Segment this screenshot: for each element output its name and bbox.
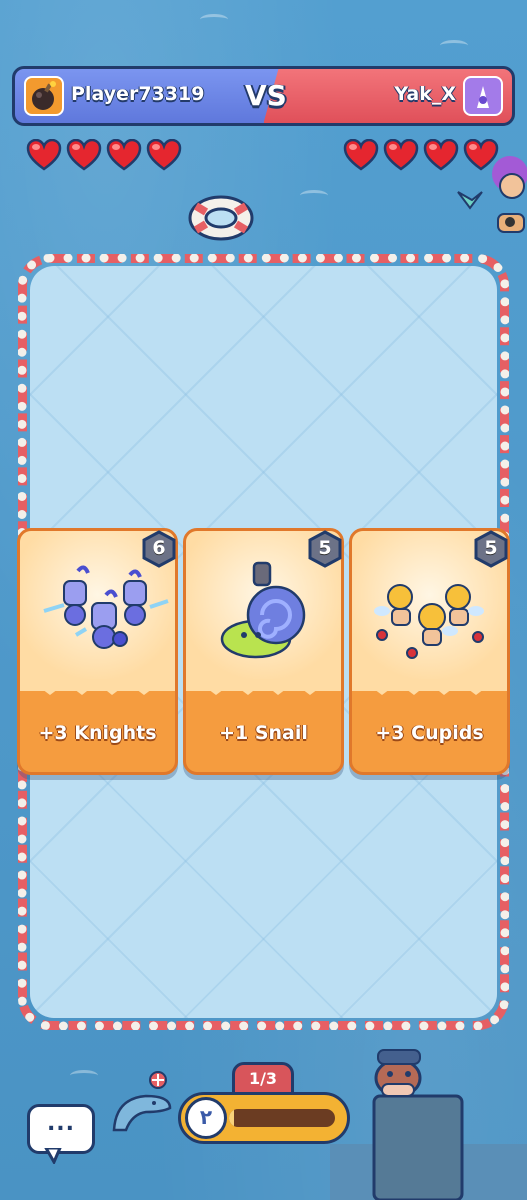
card-label: +1 Snail [219, 722, 308, 744]
player-avatar[interactable] [24, 76, 64, 116]
card-divider [186, 679, 341, 695]
card-cost: 5 [318, 537, 332, 559]
card-cost-badge: 6 [140, 530, 178, 568]
chat-label: ... [46, 1111, 76, 1136]
timer-glyph: ٢ [199, 1105, 213, 1129]
card-label: +3 Cupids [375, 722, 484, 744]
timer-clock-icon: ٢ [185, 1097, 227, 1139]
card-divider [20, 679, 175, 695]
mage-icon [477, 86, 489, 108]
water-wave [200, 14, 228, 25]
water-wave [300, 190, 328, 201]
heart-icon [343, 139, 379, 171]
card-cost: 6 [152, 537, 166, 559]
card-divider [352, 679, 507, 695]
card-label: +3 Knights [38, 722, 157, 744]
versus-bar: Player73319 VS Yak_X [12, 66, 515, 126]
card-cost: 5 [484, 537, 498, 559]
wave-progress-track [229, 1109, 335, 1127]
life-ring-icon [188, 195, 254, 241]
heart-icon [66, 139, 102, 171]
card-cost-badge: 5 [306, 530, 344, 568]
chat-bubble-tail-icon [44, 1148, 62, 1164]
player-name: Player73319 [71, 83, 205, 105]
heart-icon [26, 139, 62, 171]
bomb-icon [32, 81, 56, 110]
water-wave [440, 40, 468, 51]
card-cost-badge: 5 [472, 530, 510, 568]
water-wave [70, 1070, 98, 1081]
vs-label: VS [245, 79, 287, 112]
player-hearts [26, 139, 182, 171]
opponent-name: Yak_X [394, 83, 456, 105]
wave-progress: ٢ [178, 1092, 350, 1144]
chat-button[interactable]: ... [27, 1104, 95, 1154]
heart-icon [383, 139, 419, 171]
heart-icon [106, 139, 142, 171]
wave-counter: 1/3 [232, 1062, 294, 1096]
wave-progress-fill [229, 1109, 235, 1127]
mermaid-icon [457, 156, 527, 233]
submarine-icon [330, 1049, 527, 1200]
opponent-avatar[interactable] [463, 76, 503, 116]
dolphin-icon [112, 1071, 172, 1132]
heart-icon [146, 139, 182, 171]
